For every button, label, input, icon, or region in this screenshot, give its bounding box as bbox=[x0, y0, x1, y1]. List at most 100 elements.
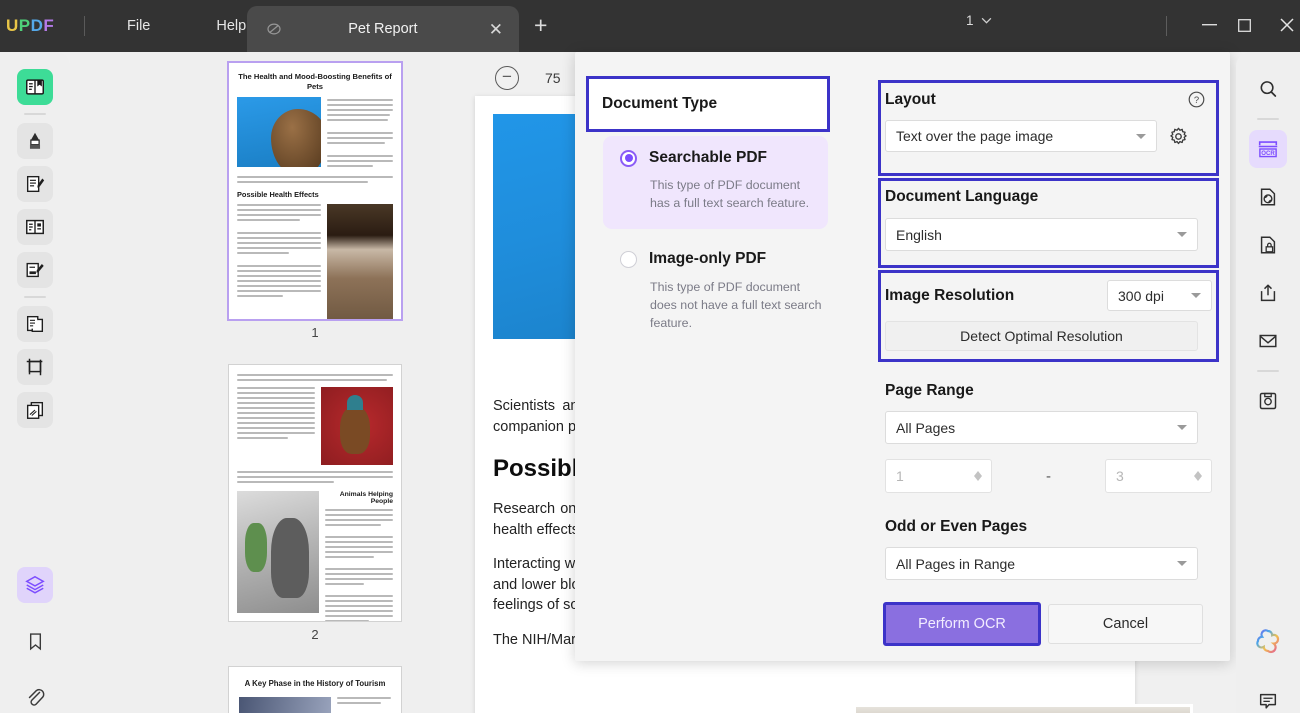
sidebar-item-batch[interactable] bbox=[17, 392, 53, 428]
searchable-pdf-description: This type of PDF document has a full tex… bbox=[650, 178, 810, 210]
sidebar-item-layers[interactable] bbox=[17, 567, 53, 603]
layers-icon bbox=[25, 575, 45, 594]
searchable-pdf-radio[interactable] bbox=[620, 149, 637, 167]
menu-file[interactable]: File bbox=[113, 12, 164, 40]
zoom-controls: − 75 bbox=[495, 66, 561, 90]
perform-ocr-button[interactable]: Perform OCR bbox=[883, 602, 1041, 646]
share-icon bbox=[1260, 284, 1276, 302]
document-language-value: English bbox=[896, 226, 942, 243]
sidebar-item-edit-pdf[interactable] bbox=[17, 166, 53, 202]
right-item-protect[interactable] bbox=[1249, 226, 1287, 264]
sidebar-item-form[interactable] bbox=[17, 252, 53, 288]
search-icon bbox=[1260, 81, 1277, 97]
page-range-separator: - bbox=[1046, 467, 1051, 485]
page-range-to-input[interactable]: 3 bbox=[1105, 459, 1212, 493]
sidebar-item-annotate[interactable] bbox=[17, 123, 53, 159]
logo-letter-d: D bbox=[30, 16, 44, 35]
right-item-share[interactable] bbox=[1249, 274, 1287, 312]
image-only-pdf-option[interactable]: Image-only PDF This type of PDF document… bbox=[603, 250, 828, 333]
document-tab[interactable]: Pet Report ✕ bbox=[247, 6, 519, 52]
cancel-button[interactable]: Cancel bbox=[1048, 604, 1203, 644]
zoom-percentage[interactable]: 75 bbox=[545, 70, 561, 86]
page-range-from-input[interactable]: 1 bbox=[885, 459, 992, 493]
organize-pages-icon bbox=[26, 315, 44, 333]
layout-section: Layout ? Text over the page image bbox=[885, 90, 1212, 152]
odd-or-even-value: All Pages in Range bbox=[896, 555, 1016, 572]
right-item-save-as[interactable] bbox=[1249, 382, 1287, 420]
crop-icon bbox=[26, 358, 43, 376]
updf-application-window: U P D F File Help Pet Report ✕ + 1 The H… bbox=[0, 0, 1300, 713]
thumbnail-title-1: The Health and Mood-Boosting Benefits of… bbox=[238, 72, 392, 91]
maximize-button[interactable] bbox=[1227, 10, 1261, 40]
right-item-ai-assistant[interactable] bbox=[1249, 622, 1287, 660]
sidebar-item-reader[interactable] bbox=[17, 69, 53, 105]
pdf-file-icon bbox=[267, 23, 281, 35]
tab-title: Pet Report bbox=[348, 21, 418, 37]
chevron-down-icon bbox=[1177, 561, 1187, 566]
logo-letter-p: P bbox=[18, 16, 31, 35]
title-bar: U P D F File Help bbox=[0, 0, 1300, 52]
image-only-pdf-radio[interactable] bbox=[620, 250, 637, 268]
attachment-icon bbox=[28, 688, 45, 706]
thumbnail-page-2[interactable]: Animals Helping People 2 bbox=[228, 364, 402, 642]
perform-ocr-label: Perform OCR bbox=[918, 616, 1006, 632]
odd-or-even-select[interactable]: All Pages in Range bbox=[885, 547, 1198, 580]
detect-optimal-resolution-label: Detect Optimal Resolution bbox=[960, 328, 1123, 344]
close-icon[interactable]: ✕ bbox=[489, 21, 503, 38]
zoom-out-button[interactable]: − bbox=[495, 66, 519, 90]
stepper-down-icon[interactable] bbox=[1194, 476, 1202, 481]
logo-letter-u: U bbox=[6, 16, 19, 35]
sidebar-item-page-layout[interactable] bbox=[17, 209, 53, 245]
layout-title: Layout bbox=[885, 90, 936, 108]
searchable-pdf-option[interactable]: Searchable PDF This type of PDF document… bbox=[603, 136, 828, 229]
sidebar-item-crop[interactable] bbox=[17, 349, 53, 385]
right-item-mail[interactable] bbox=[1249, 322, 1287, 360]
page-range-section: Page Range All Pages 1 - 3 bbox=[885, 382, 1212, 493]
stepper-down-icon[interactable] bbox=[974, 476, 982, 481]
maximize-icon bbox=[1237, 18, 1251, 32]
document-language-select[interactable]: English bbox=[885, 218, 1198, 251]
layout-select[interactable]: Text over the page image bbox=[885, 120, 1157, 152]
batch-process-icon bbox=[26, 401, 44, 419]
page-thumbnails-panel[interactable]: The Health and Mood-Boosting Benefits of… bbox=[70, 52, 440, 713]
gear-icon[interactable] bbox=[1168, 126, 1189, 147]
image-resolution-title: Image Resolution bbox=[885, 286, 1015, 304]
new-tab-button[interactable]: + bbox=[534, 14, 547, 37]
page-range-to-value: 3 bbox=[1116, 468, 1124, 484]
minimize-button[interactable] bbox=[1192, 10, 1226, 40]
right-item-ocr[interactable]: OCR bbox=[1249, 130, 1287, 168]
page-range-value: All Pages bbox=[896, 419, 956, 436]
sidebar-item-attachment[interactable] bbox=[17, 679, 53, 713]
document-type-highlight: Document Type bbox=[586, 76, 830, 132]
mail-icon bbox=[1259, 334, 1277, 348]
image-resolution-select[interactable]: 300 dpi bbox=[1107, 280, 1212, 311]
sidebar-item-organize[interactable] bbox=[17, 306, 53, 342]
updf-logo: U P D F bbox=[6, 16, 62, 36]
sidebar-item-bookmark[interactable] bbox=[17, 623, 53, 659]
logo-letter-f: F bbox=[43, 16, 55, 35]
reader-icon bbox=[26, 79, 44, 95]
help-icon[interactable]: ? bbox=[1187, 90, 1206, 109]
right-divider-2 bbox=[1257, 370, 1279, 372]
ocr-icon: OCR bbox=[1258, 141, 1278, 158]
highlighter-icon bbox=[29, 132, 41, 149]
document-language-section: Document Language English bbox=[885, 188, 1212, 251]
page-range-select[interactable]: All Pages bbox=[885, 411, 1198, 444]
minimize-icon bbox=[1201, 24, 1217, 26]
detect-optimal-resolution-button[interactable]: Detect Optimal Resolution bbox=[885, 321, 1198, 351]
window-close-icon bbox=[1280, 18, 1294, 32]
edit-pdf-icon bbox=[26, 175, 45, 193]
odd-or-even-title: Odd or Even Pages bbox=[885, 518, 1028, 535]
rail-divider-1 bbox=[24, 113, 46, 115]
image-resolution-section: Image Resolution 300 dpi Detect Optimal … bbox=[885, 280, 1212, 351]
right-item-comment[interactable] bbox=[1249, 682, 1287, 713]
page-number-selector[interactable]: 1 bbox=[966, 13, 992, 28]
right-item-convert[interactable] bbox=[1249, 178, 1287, 216]
thumbnail-page-3[interactable]: A Key Phase in the History of Tourism bbox=[228, 666, 402, 713]
right-item-search[interactable] bbox=[1249, 70, 1287, 108]
thumbnail-page-1[interactable]: The Health and Mood-Boosting Benefits of… bbox=[227, 61, 403, 340]
document-language-title: Document Language bbox=[885, 188, 1039, 205]
window-close-button[interactable] bbox=[1270, 10, 1300, 40]
image-only-pdf-description: This type of PDF document does not have … bbox=[650, 280, 822, 330]
page-range-title: Page Range bbox=[885, 382, 974, 399]
